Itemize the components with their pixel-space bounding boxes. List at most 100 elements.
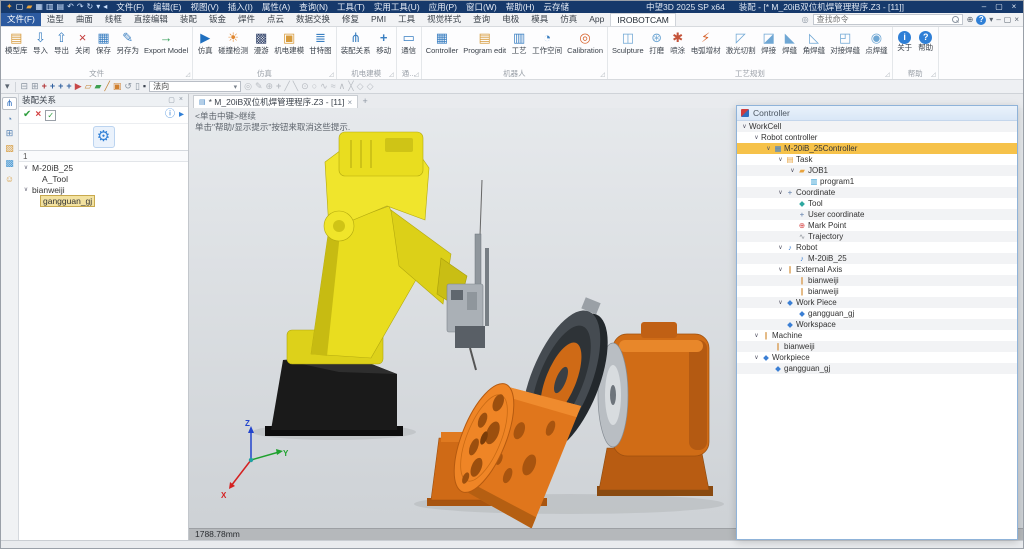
controller-tree-node[interactable]: ∥bianweiji xyxy=(737,286,1017,297)
dialog-launcher-icon[interactable]: ◿ xyxy=(600,71,605,78)
tab-close-icon[interactable]: × xyxy=(348,98,353,107)
redo-icon[interactable]: ↷ xyxy=(77,1,84,13)
auto-apply-checkbox[interactable]: ✓ xyxy=(45,110,56,121)
butt-weld-button[interactable]: ◰对接焊缝 xyxy=(828,28,862,56)
ribbon-tab-PMI[interactable]: PMI xyxy=(365,13,392,26)
fillet-weld-button[interactable]: ◺角焊缝 xyxy=(801,28,828,56)
dialog-launcher-icon[interactable]: ◿ xyxy=(931,71,936,78)
controller-tree-node[interactable]: ∥bianweiji xyxy=(737,341,1017,352)
menu-item-1[interactable]: 文件(F) xyxy=(112,1,148,13)
ribbon-tab-模具[interactable]: 模具 xyxy=(525,13,554,26)
dialog-launcher-icon[interactable]: ◿ xyxy=(389,71,394,78)
restore-button[interactable]: ▢ xyxy=(992,1,1006,13)
new-tab-button[interactable]: + xyxy=(358,95,372,108)
calibration-button[interactable]: ◎Calibration xyxy=(565,28,605,56)
ribbon-tab-线框[interactable]: 线框 xyxy=(99,13,128,26)
assembly-tree-node[interactable]: gangguan_gj xyxy=(19,195,188,206)
sculpture-button[interactable]: ◫Sculpture xyxy=(610,28,646,56)
controller-tree-node[interactable]: ∨▰JOB1 xyxy=(737,165,1017,176)
refresh-icon[interactable]: ↻ xyxy=(87,1,94,13)
laser-cut-button[interactable]: ◸激光切割 xyxy=(724,28,758,56)
ribbon-tab-点云[interactable]: 点云 xyxy=(261,13,290,26)
ref-line-icon[interactable]: ╱ xyxy=(104,80,109,93)
spray-button[interactable]: ✱喷涂 xyxy=(668,28,688,56)
controller-button[interactable]: ▦Controller xyxy=(424,28,461,56)
menu-item-6[interactable]: 查询(N) xyxy=(295,1,332,13)
command-search[interactable] xyxy=(813,14,963,25)
controller-tree-node[interactable]: ∨Robot controller xyxy=(737,132,1017,143)
options-icon[interactable]: ⊕ xyxy=(967,15,974,24)
close-panel-icon[interactable]: × xyxy=(177,96,185,104)
controller-tree-node[interactable]: ∨∥Machine xyxy=(737,330,1017,341)
ribbon-tab-钣金[interactable]: 钣金 xyxy=(203,13,232,26)
point-snap-icon[interactable]: + xyxy=(42,80,47,93)
close-file-button[interactable]: ×关闭 xyxy=(73,28,93,56)
ribbon-tab-仿真[interactable]: 仿真 xyxy=(554,13,583,26)
ribbon-tab-焊件[interactable]: 焊件 xyxy=(232,13,261,26)
ribbon-tab-装配[interactable]: 装配 xyxy=(174,13,203,26)
help-button[interactable]: ?帮助 xyxy=(916,28,936,53)
doc-close-button[interactable]: × xyxy=(1014,15,1019,24)
expand-chevron-icon[interactable]: ∨ xyxy=(776,299,785,306)
visualization-manager-tab[interactable]: ▩ xyxy=(2,157,17,170)
program-edit-button[interactable]: ▤Program edit xyxy=(461,28,508,56)
expand-chevron-icon[interactable]: ∨ xyxy=(752,332,761,339)
menu-item-4[interactable]: 插入(I) xyxy=(224,1,257,13)
new-file-icon[interactable]: ▢ xyxy=(16,1,24,13)
work-space-button[interactable]: ◔工作空间 xyxy=(530,28,564,56)
csys-icon[interactable]: ▣ xyxy=(113,80,122,93)
weld-button[interactable]: ◪焊接 xyxy=(759,28,779,56)
collapse-ribbon-icon[interactable]: ◂ xyxy=(103,1,107,13)
about-button[interactable]: i关于 xyxy=(895,28,915,53)
process-button[interactable]: ▥工艺 xyxy=(509,28,529,56)
controller-panel-header[interactable]: Controller xyxy=(737,106,1017,121)
quick-access-dropdown-icon[interactable]: ▾ xyxy=(96,1,100,13)
ribbon-tab-工具[interactable]: 工具 xyxy=(392,13,421,26)
menu-item-9[interactable]: 应用(P) xyxy=(425,1,461,13)
move-button[interactable]: +移动 xyxy=(374,28,394,56)
dialog-launcher-icon[interactable]: ◿ xyxy=(885,71,890,78)
library-manager-tab[interactable]: ▧ xyxy=(2,142,17,155)
expand-chevron-icon[interactable]: ∨ xyxy=(776,189,785,196)
ribbon-tab-电极[interactable]: 电极 xyxy=(496,13,525,26)
expand-chevron-icon[interactable]: ∨ xyxy=(752,354,761,361)
save-button[interactable]: ▦保存 xyxy=(94,28,114,56)
close-button[interactable]: × xyxy=(1007,1,1021,13)
menu-item-11[interactable]: 帮助(H) xyxy=(502,1,539,13)
controller-tree-node[interactable]: ∿Trajectory xyxy=(737,231,1017,242)
mechatronics-model-button[interactable]: ▣机电建模 xyxy=(272,28,306,56)
menu-item-7[interactable]: 工具(T) xyxy=(333,1,369,13)
robot-model[interactable] xyxy=(287,132,467,364)
doc-restore-button[interactable]: ▢ xyxy=(1004,15,1012,24)
assembly-tree-node[interactable]: ∨bianweiji xyxy=(19,184,188,195)
ribbon-tab-数据交换[interactable]: 数据交换 xyxy=(290,13,336,26)
record-icon[interactable]: ▪ xyxy=(143,80,146,93)
apply-button[interactable]: ✔ xyxy=(23,107,31,123)
app-logo-icon[interactable]: ✦ xyxy=(6,1,13,13)
save-as-button[interactable]: ✎另存为 xyxy=(115,28,142,56)
print-icon[interactable]: ▥ xyxy=(46,1,54,13)
controller-tree-node[interactable]: +User coordinate xyxy=(737,209,1017,220)
center-snap-icon[interactable]: + xyxy=(66,80,71,93)
ribbon-tab-直接编辑[interactable]: 直接编辑 xyxy=(128,13,174,26)
settings-gear-button[interactable]: ⚙ xyxy=(93,126,115,148)
view-manager-tab[interactable]: ◔ xyxy=(2,112,17,125)
undo-icon[interactable]: ↶ xyxy=(67,1,74,13)
controller-tree-node[interactable]: ⊕Mark Point xyxy=(737,220,1017,231)
dialog-launcher-icon[interactable]: ◿ xyxy=(414,71,419,78)
ribbon-tab-IROBOTCAM[interactable]: IROBOTCAM xyxy=(610,13,675,26)
controller-tree-node[interactable]: ∨+Coordinate xyxy=(737,187,1017,198)
expand-chevron-icon[interactable]: ∨ xyxy=(752,134,761,141)
menu-item-2[interactable]: 编辑(E) xyxy=(149,1,185,13)
dialog-launcher-icon[interactable]: ◿ xyxy=(329,71,334,78)
open-file-icon[interactable]: ▰ xyxy=(26,1,32,13)
weld-seam-button[interactable]: ◣焊缝 xyxy=(780,28,800,56)
gantt-chart-button[interactable]: ≣甘特图 xyxy=(307,28,334,56)
midpoint-snap-icon[interactable]: + xyxy=(58,80,63,93)
arc-additive-button[interactable]: ⚡电弧增材 xyxy=(689,28,723,56)
assembly-manager-tab[interactable]: ⋔ xyxy=(2,97,17,110)
controller-tree-node[interactable]: ∨▤Task xyxy=(737,154,1017,165)
spot-weld-button[interactable]: ◉点焊缝 xyxy=(863,28,890,56)
pin-ribbon-icon[interactable]: ◎ xyxy=(802,15,809,24)
expand-chevron-icon[interactable]: ∨ xyxy=(22,186,30,193)
